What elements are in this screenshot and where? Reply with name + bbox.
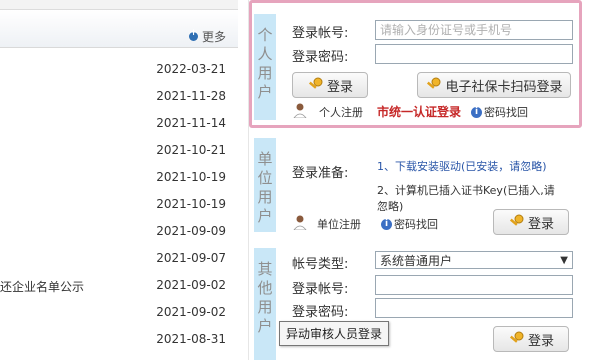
tab-char: 其	[257, 260, 273, 278]
account-type-select[interactable]: 系统普通用户 ▼	[375, 251, 573, 269]
prep-label: 登录准备:	[292, 166, 349, 181]
cert-key-note-cont: 忽略)	[377, 200, 404, 213]
news-row[interactable]: 2021-10-19	[0, 197, 238, 219]
news-date: 2021-10-19	[156, 197, 226, 211]
auditor-login-tooltip: 异动审核人员登录	[279, 321, 390, 346]
news-row[interactable]: 2021-10-21	[0, 143, 238, 165]
news-date: 2021-10-19	[156, 170, 226, 184]
news-row[interactable]: 2021-11-28	[0, 89, 238, 111]
news-row[interactable]: 还企业名单公示 2021-09-02	[0, 278, 238, 300]
other-login-button[interactable]: 登录	[493, 326, 569, 352]
person-icon	[293, 215, 307, 230]
cert-key-note: 2、计算机已插入证书Key(已插入,请	[377, 184, 555, 197]
tab-char: 用	[257, 298, 273, 316]
news-title: 还企业名单公示	[0, 280, 85, 294]
tab-char: 户	[257, 317, 273, 335]
news-row[interactable]: 2021-09-02	[0, 305, 238, 327]
more-link[interactable]: 更多	[188, 28, 226, 45]
unit-login-button[interactable]: 登录	[493, 209, 569, 235]
tab-char: 位	[257, 169, 273, 187]
other-password-input[interactable]	[375, 298, 573, 318]
top-strip	[0, 0, 238, 10]
plus-circle-icon	[188, 28, 198, 41]
other-password-label: 登录密码:	[292, 305, 349, 320]
news-row[interactable]: 2021-08-31	[0, 332, 238, 354]
unit-register-link[interactable]: 单位注册	[317, 216, 361, 232]
news-date: 2021-09-07	[156, 251, 226, 265]
account-type-value: 系统普通用户	[380, 253, 453, 268]
driver-download-link[interactable]: 1、下载安装驱动(已安装，请忽略)	[377, 158, 547, 174]
news-row[interactable]: 2021-11-14	[0, 116, 238, 138]
news-date: 2021-10-21	[156, 143, 226, 157]
unit-recover-link[interactable]: i 密码找回	[381, 216, 438, 232]
news-date: 2021-09-02	[156, 278, 226, 292]
tab-char: 他	[257, 279, 273, 297]
news-list-panel: 更多 2022-03-21 2021-11-28 2021-11-14 2021…	[0, 0, 238, 360]
other-user-tab: 其 他 用 户	[254, 248, 276, 360]
login-button-label: 登录	[527, 333, 554, 349]
news-row[interactable]: 2021-10-19	[0, 170, 238, 192]
chevron-down-icon: ▼	[560, 254, 568, 266]
tab-char: 单	[257, 150, 273, 168]
highlight-frame	[249, 0, 582, 128]
news-row[interactable]: 2021-09-07	[0, 251, 238, 273]
news-date: 2021-11-28	[156, 89, 226, 103]
tab-char: 用	[257, 188, 273, 206]
account-type-label: 帐号类型:	[292, 257, 349, 272]
key-icon	[509, 214, 524, 226]
news-date: 2021-09-02	[156, 305, 226, 319]
recover-label: 密码找回	[394, 218, 438, 231]
other-account-input[interactable]	[375, 275, 573, 295]
more-label: 更多	[201, 30, 226, 44]
unit-user-tab: 单 位 用 户	[254, 138, 276, 232]
news-row[interactable]: 2021-09-09	[0, 224, 238, 246]
info-icon: i	[381, 218, 392, 230]
key-icon	[509, 331, 524, 343]
login-button-label: 登录	[527, 216, 554, 232]
tab-char: 户	[257, 207, 273, 225]
news-header: 更多	[0, 10, 238, 48]
other-account-label: 登录帐号:	[292, 282, 349, 297]
news-row[interactable]: 2022-03-21	[0, 62, 238, 84]
news-date: 2022-03-21	[156, 62, 226, 76]
news-date: 2021-09-09	[156, 224, 226, 238]
news-date: 2021-11-14	[156, 116, 226, 130]
news-date: 2021-08-31	[156, 332, 226, 346]
